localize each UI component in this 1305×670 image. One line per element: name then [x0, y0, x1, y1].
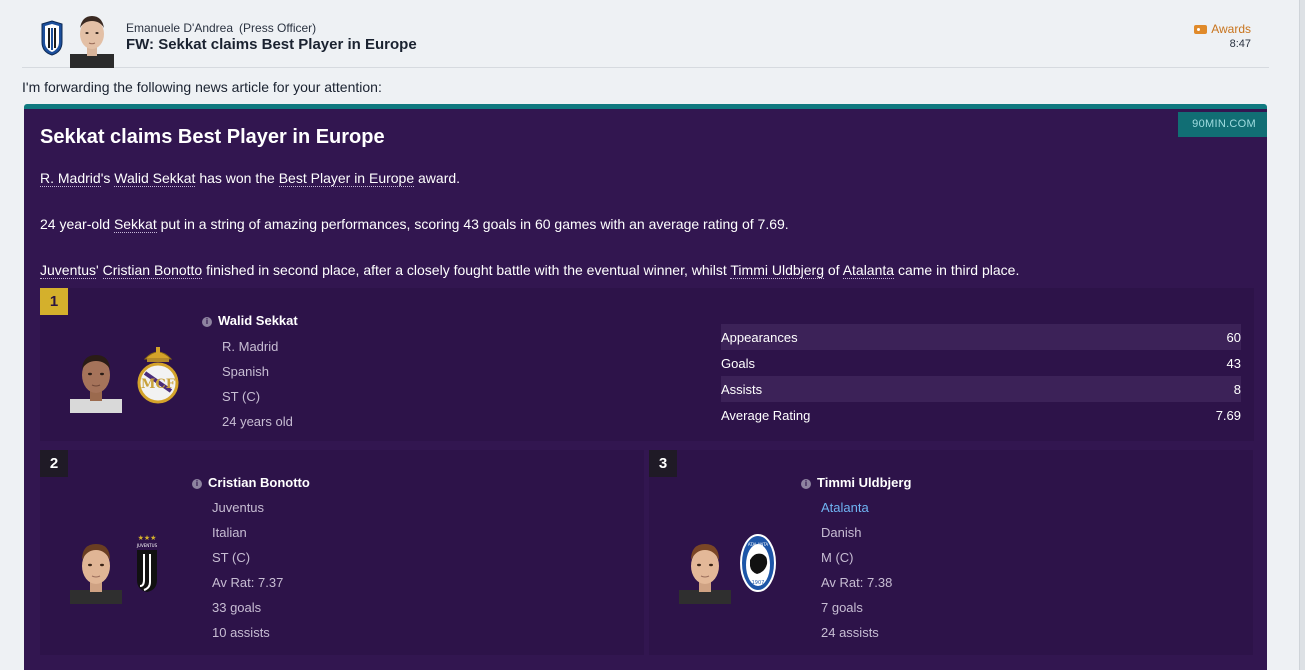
atalanta-crest-year: 1907	[752, 580, 765, 586]
club-link[interactable]: R. Madrid	[40, 170, 101, 187]
rank-badge: 3	[649, 450, 677, 477]
player-link[interactable]: Timmi Uldbjerg	[730, 262, 824, 279]
category-tag[interactable]: Awards	[1194, 22, 1251, 36]
text-fragment: 's	[100, 170, 115, 186]
player-assists: 24 assists	[821, 625, 879, 640]
rank-badge: 1	[40, 288, 68, 315]
stat-row: Appearances 60	[721, 324, 1241, 350]
first-place-panel: 1 MCF i Walid Sekkat R. Madrid Spanish ST…	[40, 288, 1254, 441]
player-link[interactable]: Sekkat	[113, 216, 157, 233]
news-article-card: 90MIN.COM Sekkat claims Best Player in E…	[24, 104, 1267, 670]
text-fragment: of	[824, 262, 843, 278]
sender-line: Emanuele D'Andrea (Press Officer)	[126, 21, 316, 35]
atalanta-crest-icon[interactable]: ATALANTA 1907	[737, 532, 779, 594]
third-place-panel: 3 ATALANTA 1907 i Timmi Uldbjerg Atalanta…	[649, 450, 1253, 655]
player-goals: 7 goals	[821, 600, 863, 615]
stat-label: Goals	[721, 355, 755, 371]
player-assists: 10 assists	[212, 625, 270, 640]
player-name[interactable]: i Cristian Bonotto	[192, 475, 310, 490]
atalanta-badge-icon	[41, 20, 63, 56]
text-fragment: '	[96, 262, 103, 278]
player-nationality: Italian	[212, 525, 247, 540]
stat-row: Goals 43	[721, 350, 1241, 376]
player-link[interactable]: Walid Sekkat	[114, 170, 196, 187]
article-paragraph-3: Juventus' Cristian Bonotto finished in s…	[40, 262, 1020, 279]
player-club-link[interactable]: Atalanta	[821, 500, 869, 515]
club-link[interactable]: Juventus	[40, 262, 97, 279]
player-face[interactable]	[70, 347, 122, 413]
text-fragment: award.	[414, 170, 461, 186]
player-face[interactable]	[70, 538, 122, 604]
player-goals: 33 goals	[212, 600, 262, 615]
player-face[interactable]	[679, 538, 731, 604]
text-fragment: put in a string of amazing performances,…	[156, 216, 789, 232]
info-icon[interactable]: i	[192, 479, 202, 489]
article-paragraph-2: 24 year-old Sekkat put in a string of am…	[40, 216, 789, 233]
svg-text:★★★: ★★★	[138, 534, 157, 542]
text-fragment: has won the	[195, 170, 279, 186]
message-header: Emanuele D'Andrea (Press Officer) FW: Sek…	[22, 10, 1269, 68]
player-position: ST (C)	[212, 550, 251, 565]
stat-row: Average Rating 7.69	[721, 402, 1241, 428]
player-average-rating: Av Rat: 7.37	[212, 575, 284, 590]
stat-value: 60	[1226, 329, 1241, 345]
text-fragment: 24 year-old	[40, 216, 114, 232]
player-nationality: Spanish	[222, 364, 269, 379]
message-subject: FW: Sekkat claims Best Player in Europe	[126, 36, 417, 53]
player-name[interactable]: i Timmi Uldbjerg	[801, 475, 911, 490]
player-club: R. Madrid	[222, 339, 279, 354]
sender-name[interactable]: Emanuele D'Andrea	[126, 21, 233, 35]
tag-icon	[1194, 24, 1208, 34]
rank-badge: 2	[40, 450, 68, 477]
player-average-rating: Av Rat: 7.38	[821, 575, 893, 590]
player-name-text: Timmi Uldbjerg	[817, 475, 912, 490]
award-link[interactable]: Best Player in Europe	[278, 170, 415, 187]
player-age: 24 years old	[222, 414, 293, 429]
player-name-text: Walid Sekkat	[218, 313, 298, 328]
stat-value: 8	[1233, 381, 1241, 397]
message-time: 8:47	[1229, 38, 1251, 50]
forward-intro: I'm forwarding the following news articl…	[22, 79, 382, 95]
stat-label: Assists	[721, 381, 763, 397]
atalanta-crest-label: ATALANTA	[748, 542, 768, 547]
player-club: Juventus	[212, 500, 265, 515]
stat-label: Appearances	[721, 329, 798, 345]
sender-role: (Press Officer)	[239, 21, 317, 35]
article-source: 90MIN.COM	[1178, 112, 1267, 137]
stat-value: 43	[1226, 355, 1241, 371]
svg-text:MCF: MCF	[141, 377, 176, 392]
stat-label: Average Rating	[721, 407, 811, 423]
player-link[interactable]: Cristian Bonotto	[102, 262, 203, 279]
vertical-scrollbar[interactable]	[1299, 0, 1305, 670]
player-nationality: Danish	[821, 525, 862, 540]
player-name[interactable]: i Walid Sekkat	[202, 313, 298, 328]
player-position: M (C)	[821, 550, 854, 565]
stat-row: Assists 8	[721, 376, 1241, 402]
article-paragraph-1: R. Madrid's Walid Sekkat has won the Bes…	[40, 170, 461, 187]
text-fragment: finished in second place, after a closel…	[202, 262, 731, 278]
second-place-panel: 2 ★★★ JUVENTUS i Cristian Bonotto Juventu…	[40, 450, 644, 655]
juventus-crest-label: JUVENTUS	[136, 543, 158, 548]
text-fragment: came in third place.	[894, 262, 1020, 278]
sender-avatar[interactable]	[70, 12, 114, 68]
player-name-text: Cristian Bonotto	[208, 475, 310, 490]
scrollbar-thumb[interactable]	[1299, 0, 1305, 670]
article-title: Sekkat claims Best Player in Europe	[40, 126, 385, 148]
info-icon[interactable]: i	[202, 317, 212, 327]
stats-table: Appearances 60 Goals 43 Assists 8 Average R…	[721, 324, 1241, 428]
player-position: ST (C)	[222, 389, 261, 404]
category-tag-label: Awards	[1211, 22, 1251, 36]
stat-value: 7.69	[1215, 407, 1241, 423]
juventus-crest-icon[interactable]: ★★★ JUVENTUS	[132, 532, 162, 596]
club-link[interactable]: Atalanta	[842, 262, 895, 279]
info-icon[interactable]: i	[801, 479, 811, 489]
real-madrid-crest-icon[interactable]: MCF	[137, 343, 179, 405]
